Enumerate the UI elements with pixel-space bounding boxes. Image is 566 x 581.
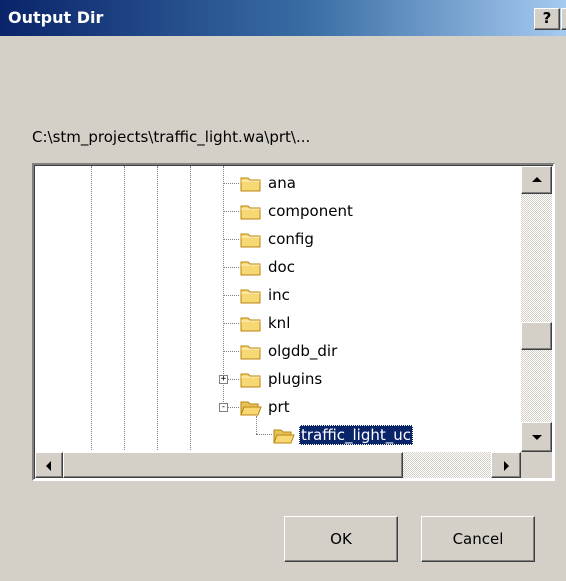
tree-item-knl[interactable]: knl xyxy=(240,311,292,335)
horizontal-scrollbar[interactable] xyxy=(35,452,521,478)
tree-item-label: inc xyxy=(268,286,290,304)
vertical-scrollbar[interactable] xyxy=(521,166,552,452)
tree-connector xyxy=(223,295,239,296)
folder-icon xyxy=(240,175,262,192)
expand-plugins-button[interactable]: + xyxy=(219,375,228,384)
tree-connector xyxy=(223,183,239,184)
tree-item-config[interactable]: config xyxy=(240,227,316,251)
tree-item-label: config xyxy=(268,230,314,248)
help-icon: ? xyxy=(542,9,552,27)
tree-item-label: component xyxy=(268,202,353,220)
tree-guide-line xyxy=(157,166,158,450)
tree-item-label: olgdb_dir xyxy=(268,342,338,360)
arrow-right-icon xyxy=(504,461,509,471)
scroll-right-button[interactable] xyxy=(491,452,521,478)
window-title: Output Dir xyxy=(8,8,104,27)
folder-open-icon xyxy=(240,399,262,416)
arrow-down-icon xyxy=(532,435,542,440)
folder-icon xyxy=(240,231,262,248)
ok-button[interactable]: OK xyxy=(284,516,398,562)
collapse-prt-button[interactable]: - xyxy=(219,403,228,412)
tree-connector xyxy=(228,379,239,380)
current-path-label: C:\stm_projects\traffic_light.wa\prt\... xyxy=(32,128,311,146)
tree-connector xyxy=(223,211,239,212)
tree-inner-frame: + - ana component config doc inc knl olg… xyxy=(34,165,553,479)
tree-item-traffic-light-uc[interactable]: traffic_light_uc xyxy=(273,423,413,447)
tree-item-label-selected: traffic_light_uc xyxy=(299,425,413,445)
tree-guide-line xyxy=(124,166,125,450)
folder-icon xyxy=(240,259,262,276)
title-bar[interactable]: Output Dir ? X xyxy=(0,0,566,36)
scroll-left-button[interactable] xyxy=(35,452,63,478)
tree-guide-line xyxy=(190,166,191,450)
arrow-up-icon xyxy=(532,177,542,182)
tree-item-doc[interactable]: doc xyxy=(240,255,297,279)
folder-icon xyxy=(240,315,262,332)
cancel-button[interactable]: Cancel xyxy=(421,516,535,562)
folder-tree-view[interactable]: + - ana component config doc inc knl olg… xyxy=(32,163,555,481)
vertical-scroll-thumb[interactable] xyxy=(521,322,552,350)
folder-icon xyxy=(240,203,262,220)
help-button[interactable]: ? xyxy=(534,8,560,30)
tree-item-label: prt xyxy=(268,398,290,416)
tree-item-prt[interactable]: prt xyxy=(240,395,292,419)
tree-guide-line xyxy=(91,166,92,450)
folder-icon xyxy=(240,287,262,304)
tree-guide-line xyxy=(223,166,224,404)
tree-connector xyxy=(223,323,239,324)
tree-item-plugins[interactable]: plugins xyxy=(240,367,324,391)
tree-connector xyxy=(228,407,239,408)
arrow-left-icon xyxy=(46,461,51,471)
close-button[interactable]: X xyxy=(561,8,566,30)
folder-open-icon xyxy=(273,427,295,444)
tree-item-ana[interactable]: ana xyxy=(240,171,298,195)
tree-item-label: doc xyxy=(268,258,295,276)
folder-icon xyxy=(240,371,262,388)
tree-item-component[interactable]: component xyxy=(240,199,355,223)
folder-icon xyxy=(240,343,262,360)
scroll-up-button[interactable] xyxy=(521,166,552,194)
tree-item-olgdb-dir[interactable]: olgdb_dir xyxy=(240,339,339,363)
horizontal-scroll-thumb[interactable] xyxy=(63,452,403,478)
tree-item-label: ana xyxy=(268,174,296,192)
tree-connector xyxy=(256,434,272,435)
output-dir-dialog: Output Dir ? X C:\stm_projects\traffic_l… xyxy=(0,0,566,581)
tree-connector xyxy=(223,267,239,268)
tree-item-label: knl xyxy=(268,314,291,332)
scrollbar-corner xyxy=(521,452,552,478)
tree-connector xyxy=(223,351,239,352)
tree-connector xyxy=(223,239,239,240)
tree-item-label: plugins xyxy=(268,370,323,388)
tree-item-inc[interactable]: inc xyxy=(240,283,292,307)
scroll-down-button[interactable] xyxy=(521,422,552,452)
